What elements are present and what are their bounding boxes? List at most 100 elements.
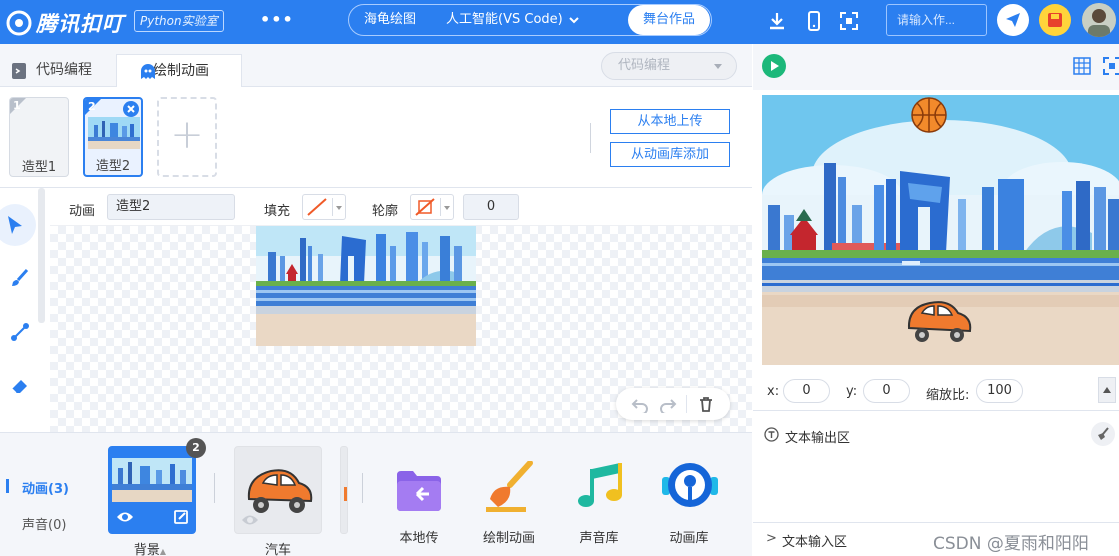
- editor-tabs: 代码编程 绘制动画 代码编程: [0, 44, 752, 87]
- mode-tab-ai-label: 人工智能(VS Code): [446, 12, 563, 27]
- chevron-down-icon: [569, 17, 579, 24]
- fullscreen-icon[interactable]: [838, 10, 860, 32]
- editor-panel: 代码编程 绘制动画 代码编程 1 造型1 2 造型2 + 从本地上传 从动画库添…: [0, 44, 752, 556]
- scroll-up-button[interactable]: [1098, 377, 1116, 403]
- ghost-icon: [141, 64, 155, 79]
- code-mode-select-label: 代码编程: [618, 58, 671, 73]
- robot-icon: [662, 463, 718, 507]
- local-upload-button[interactable]: 本地传: [384, 457, 454, 547]
- costume-number: 1: [13, 99, 21, 112]
- sprite-background[interactable]: [108, 446, 196, 534]
- tab-draw[interactable]: 绘制动画: [116, 54, 242, 87]
- text-input-area[interactable]: > 文本输入区 CSDN @夏雨和阳阳: [753, 522, 1119, 556]
- outline-label: 轮廓: [372, 204, 399, 219]
- scale-label: 缩放比:: [926, 388, 970, 403]
- run-button[interactable]: [762, 54, 786, 78]
- fill-label: 填充: [264, 204, 291, 219]
- sprite-count-badge: 2: [186, 438, 206, 458]
- costume-name: 造型2: [95, 159, 131, 174]
- property-bar: 动画 造型2 填充 轮廓 0: [50, 188, 752, 226]
- sprite-thumbnail: [112, 458, 192, 502]
- eraser-tool[interactable]: [0, 366, 40, 406]
- code-mode-select[interactable]: 代码编程: [601, 52, 737, 80]
- coordinate-bar: x: 0 y: 0 缩放比: 100: [753, 371, 1119, 411]
- avatar[interactable]: [1082, 3, 1116, 37]
- paintbrush-icon: [486, 461, 533, 512]
- add-costume-button[interactable]: +: [157, 97, 217, 177]
- anim-name-input[interactable]: 造型2: [107, 194, 235, 220]
- paint-new-button[interactable]: 绘制动画: [474, 457, 544, 547]
- undo-icon[interactable]: [631, 395, 649, 413]
- undo-redo-group: [616, 388, 730, 420]
- save-icon: [1048, 13, 1062, 27]
- close-icon[interactable]: [123, 101, 139, 117]
- sprite-label-background: 背景▲: [133, 543, 167, 556]
- stage-fullscreen-icon[interactable]: [1103, 57, 1119, 75]
- tab-draw-label: 绘制动画: [153, 63, 209, 79]
- send-icon: [1006, 13, 1020, 27]
- music-note-icon: [578, 463, 622, 507]
- costume-item-1[interactable]: 1 造型1: [9, 97, 69, 177]
- costume-item-2[interactable]: 2 造型2: [83, 97, 143, 177]
- tab-sounds[interactable]: 声音(0): [22, 514, 66, 533]
- outline-color-picker[interactable]: [410, 194, 454, 220]
- sprite-bar: 动画(3) 声音(0) 2 背景▲ 汽车 本地传 绘制动画 声音库 动画库: [0, 432, 752, 556]
- x-input[interactable]: 0: [783, 379, 830, 403]
- tab-code[interactable]: 代码编程: [0, 54, 116, 87]
- stage-panel: x: 0 y: 0 缩放比: 100 文本输出区 > 文本输入区 CSDN @夏…: [753, 44, 1119, 556]
- sound-library-button[interactable]: 声音库: [564, 457, 634, 547]
- costume-list: 1 造型1 2 造型2 + 从本地上传 从动画库添加: [0, 87, 752, 188]
- cursor-icon: [8, 216, 22, 234]
- brush-tool[interactable]: [0, 258, 40, 298]
- trash-icon[interactable]: [697, 395, 715, 413]
- stage-canvas[interactable]: [762, 95, 1119, 365]
- save-button[interactable]: [1039, 4, 1071, 36]
- download-icon[interactable]: [766, 10, 788, 32]
- lab-badge: Python实验室: [134, 10, 224, 32]
- watermark: CSDN @夏雨和阳阳: [933, 534, 1089, 554]
- add-from-library-button[interactable]: 从动画库添加: [610, 142, 730, 167]
- reshape-tool[interactable]: [0, 312, 40, 352]
- grid-icon[interactable]: [1073, 57, 1091, 75]
- car-image: [247, 469, 313, 513]
- mode-tab-stage[interactable]: 舞台作品: [627, 5, 710, 35]
- tab-animations[interactable]: 动画(3): [22, 478, 69, 497]
- drawing-canvas[interactable]: [50, 226, 752, 432]
- caret-up-icon: [1103, 387, 1111, 393]
- brush-icon: [12, 268, 29, 286]
- y-input[interactable]: 0: [863, 379, 910, 403]
- mode-tab-ai[interactable]: 人工智能(VS Code): [431, 5, 594, 35]
- select-tool[interactable]: [0, 204, 36, 246]
- reshape-icon: [11, 323, 29, 341]
- costume-thumbnail: [88, 117, 140, 149]
- broom-icon: [1098, 427, 1109, 440]
- divider: [362, 473, 363, 503]
- input-title: 文本输入区: [782, 535, 848, 550]
- sprite-car[interactable]: [234, 446, 322, 534]
- caret-down-icon: [336, 206, 342, 210]
- eye-icon[interactable]: [116, 510, 134, 524]
- outline-width-input[interactable]: 0: [463, 194, 519, 220]
- toolbar-scrollbar[interactable]: [38, 188, 45, 323]
- animation-library-button[interactable]: 动画库: [654, 457, 724, 547]
- fill-color-picker[interactable]: [302, 194, 346, 220]
- sprite-card-partial[interactable]: [340, 446, 348, 534]
- redo-icon[interactable]: [659, 395, 677, 413]
- edit-icon[interactable]: [174, 510, 188, 524]
- mode-tab-turtle[interactable]: 海龟绘图: [349, 5, 431, 35]
- no-outline-icon: [415, 198, 435, 216]
- search-input[interactable]: [886, 4, 987, 36]
- more-menu-button[interactable]: •••: [260, 10, 294, 29]
- sprite-count: 2: [192, 441, 200, 454]
- sprite-label-car: 汽车: [264, 543, 291, 556]
- scale-input[interactable]: 100: [976, 379, 1023, 403]
- share-button[interactable]: [997, 4, 1029, 36]
- hidden-eye-icon[interactable]: [241, 513, 259, 527]
- animation-library-label: 动画库: [669, 531, 709, 546]
- paint-new-label: 绘制动画: [482, 531, 535, 546]
- upload-local-button[interactable]: 从本地上传: [610, 109, 730, 134]
- clear-output-button[interactable]: [1091, 422, 1115, 446]
- mobile-icon[interactable]: [803, 10, 825, 32]
- caret-down-icon: [444, 206, 450, 210]
- background-image: [256, 226, 476, 346]
